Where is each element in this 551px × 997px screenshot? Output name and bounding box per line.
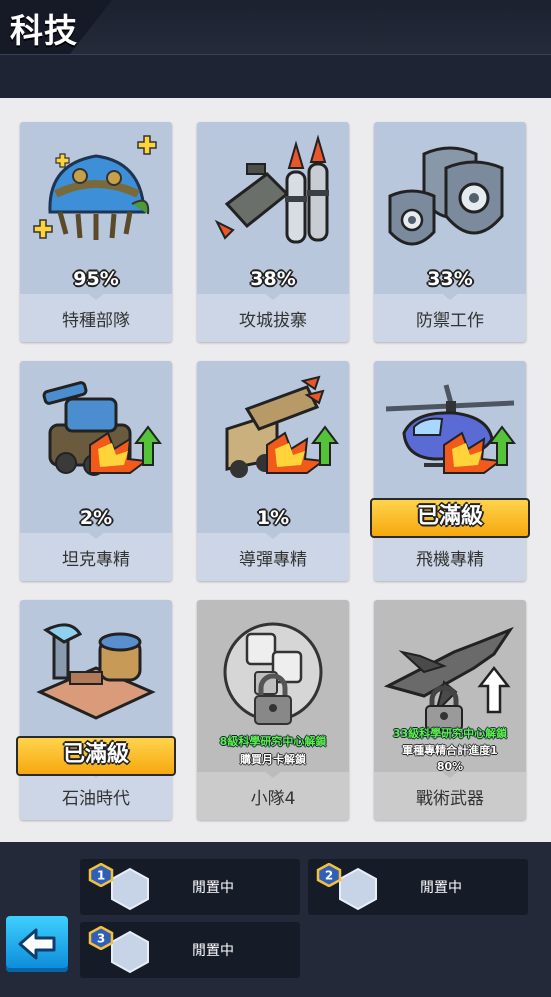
research-slot-2[interactable]: 2 閒置中 (308, 859, 528, 915)
helmet-icon (33, 135, 157, 240)
tech-card-aircraft-mastery[interactable]: 飛機專精 (374, 361, 526, 581)
slot-status: 閒置中 (192, 880, 234, 896)
tech-name: 坦克專精 (62, 550, 130, 570)
back-arrow-icon (18, 928, 56, 960)
back-button[interactable] (6, 916, 68, 972)
tech-grid-panel: 95% 特種部隊 38% 攻城拔寨 33% 防禦工作 2% 坦克專精 1% 導彈… (0, 98, 551, 842)
tech-name: 石油時代 (62, 789, 130, 809)
slot-number-badge: 3 (88, 926, 114, 950)
rocket-launcher-icon (214, 134, 329, 244)
slot-status: 閒置中 (192, 943, 234, 959)
slot-number-badge: 2 (316, 863, 342, 887)
sub-bar (0, 54, 551, 99)
max-level-badge: 已滿級 (370, 498, 530, 538)
slot-status: 閒置中 (420, 880, 462, 896)
locked-jet-icon (384, 626, 514, 731)
oil-pump-icon (36, 623, 156, 720)
top-bar: 科技 (0, 0, 551, 54)
page-title: 科技 (10, 11, 78, 50)
max-level-badge: 已滿級 (16, 736, 176, 776)
tech-name: 攻城拔寨 (239, 311, 307, 331)
tech-card-tank-mastery[interactable]: 2% 坦克專精 (20, 361, 172, 581)
tech-card-missile-mastery[interactable]: 1% 導彈專精 (197, 361, 349, 581)
unlock-progress-value: 80% (436, 760, 464, 773)
tech-card-tactical-weapons[interactable]: 33級科學研究中心解鎖 軍種專精合計進度1 80% 戰術武器 (374, 600, 526, 820)
helicopter-upgrade-icon (385, 384, 516, 474)
progress-percent: 38% (250, 268, 296, 290)
research-slot-1[interactable]: 1 閒置中 (80, 859, 300, 915)
tank-upgrade-icon (42, 381, 162, 476)
tech-card-defense[interactable]: 33% 防禦工作 (374, 122, 526, 342)
progress-percent: 1% (256, 507, 290, 529)
missile-truck-upgrade-icon (225, 375, 339, 478)
unlock-requirement-alt: 購買月卡解鎖 (240, 753, 306, 766)
progress-percent: 33% (427, 268, 473, 290)
svg-text:3: 3 (97, 932, 105, 946)
unlock-requirement: 33級科學研究中心解鎖 (392, 727, 508, 740)
svg-text:2: 2 (325, 869, 333, 883)
tech-card-siege[interactable]: 38% 攻城拔寨 (197, 122, 349, 342)
empty-slot-icon (339, 867, 377, 911)
tech-name: 戰術武器 (416, 789, 484, 809)
locked-squad-icon (223, 622, 323, 725)
tech-name: 特種部隊 (62, 311, 130, 331)
progress-percent: 2% (79, 507, 113, 529)
tech-name: 飛機專精 (416, 550, 484, 570)
slot-number-badge: 1 (88, 863, 114, 887)
tech-name: 防禦工作 (416, 311, 484, 331)
empty-slot-icon (111, 930, 149, 974)
unlock-progress-label: 軍種專精合計進度1 (402, 744, 498, 757)
progress-percent: 95% (73, 268, 119, 290)
tech-card-squad-4[interactable]: 8級科學研究中心解鎖 購買月卡解鎖 小隊4 (197, 600, 349, 820)
tech-card-special-forces[interactable]: 95% 特種部隊 (20, 122, 172, 342)
tech-name: 導彈專精 (239, 550, 307, 570)
svg-text:1: 1 (97, 869, 105, 883)
shield-gear-icon (388, 146, 504, 246)
research-slot-3[interactable]: 3 閒置中 (80, 922, 300, 978)
unlock-requirement: 8級科學研究中心解鎖 (219, 735, 327, 748)
tech-name: 小隊4 (250, 789, 296, 809)
empty-slot-icon (111, 867, 149, 911)
tech-card-oil-era[interactable]: 石油時代 (20, 600, 172, 820)
